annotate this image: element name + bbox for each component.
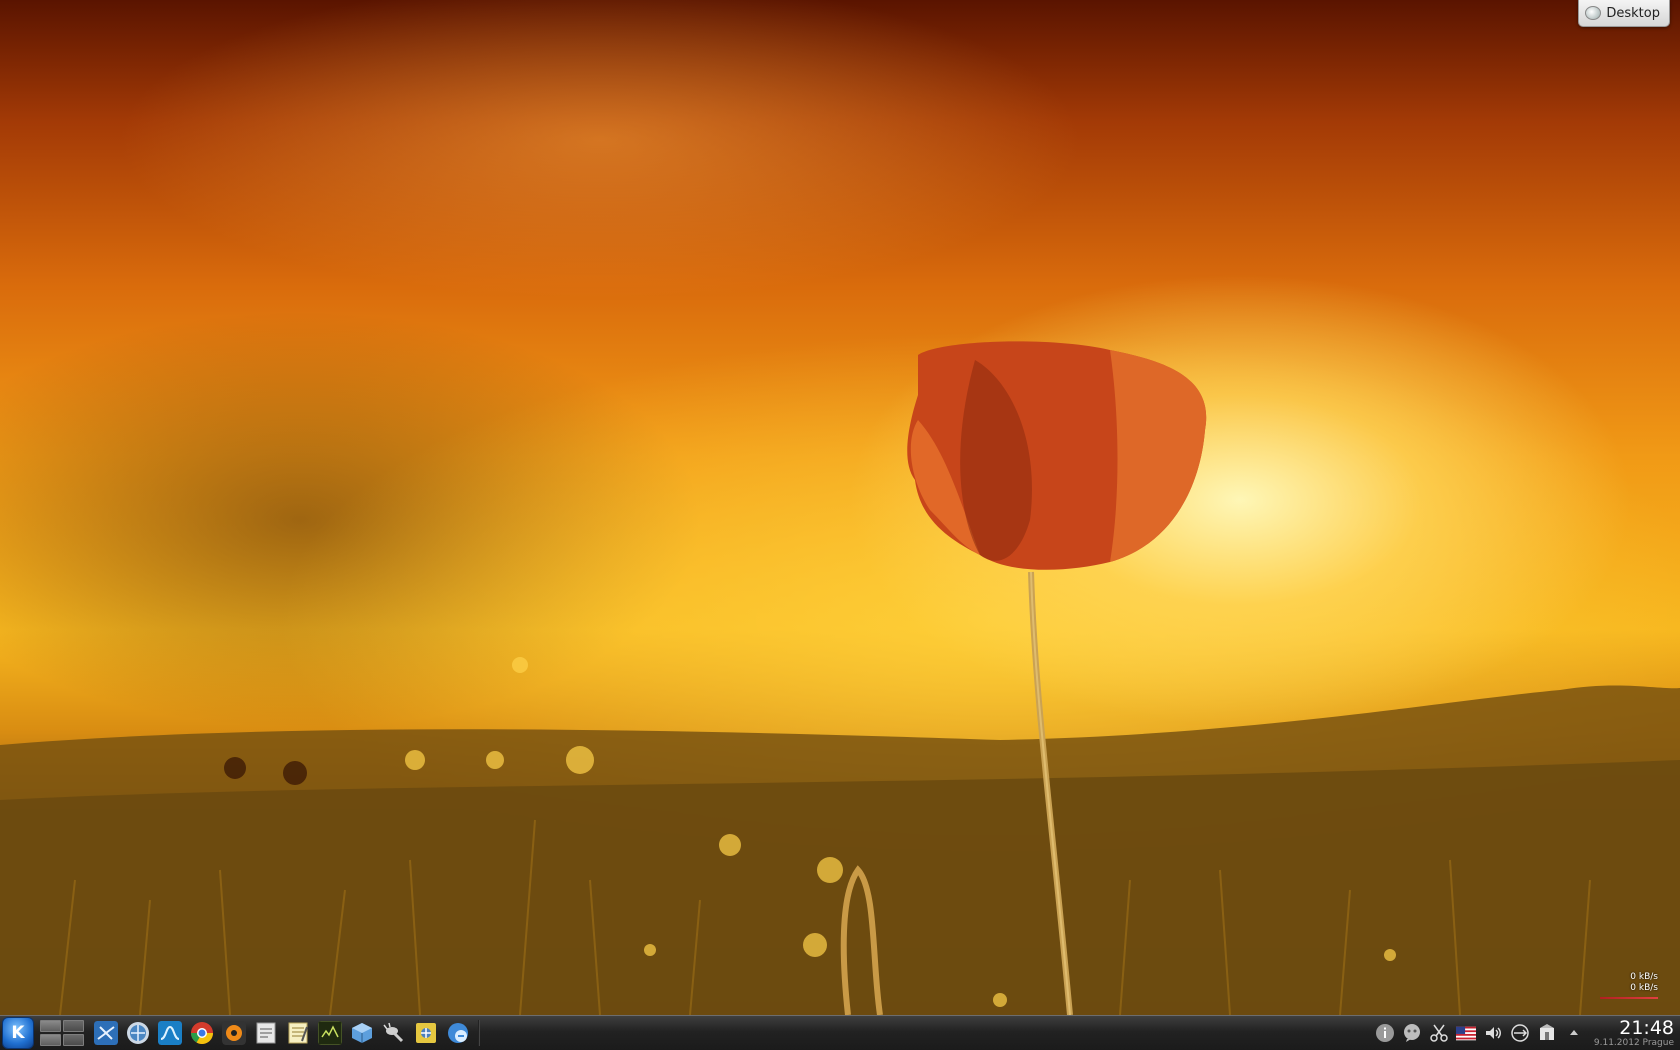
- network-activity-bar: [1600, 997, 1658, 999]
- panel-separator: [478, 1020, 480, 1046]
- pager-desktop-1[interactable]: [40, 1020, 61, 1046]
- info-icon[interactable]: [1375, 1023, 1395, 1043]
- pager-desktop-2[interactable]: [63, 1020, 84, 1046]
- desktop-toolbox-label: Desktop: [1606, 5, 1660, 21]
- chat-icon[interactable]: [1402, 1023, 1422, 1043]
- notes-icon[interactable]: [284, 1019, 312, 1047]
- upload-rate: 0 kB/s: [1630, 983, 1658, 993]
- network-manager-icon[interactable]: [444, 1019, 472, 1047]
- desktop-pager: [40, 1020, 84, 1046]
- device-notifier-icon[interactable]: [1510, 1023, 1530, 1043]
- tray-expand-icon[interactable]: [1564, 1023, 1584, 1043]
- virtualbox-icon[interactable]: [348, 1019, 376, 1047]
- download-rate: 0 kB/s: [1630, 972, 1658, 982]
- desktop-toolbox-button[interactable]: Desktop: [1578, 0, 1670, 27]
- system-monitor-icon[interactable]: [156, 1019, 184, 1047]
- bottom-panel: K 21:48 9.11.2012 Prague: [0, 1015, 1680, 1050]
- clock-date: 9.11.2012 Prague: [1593, 1037, 1674, 1048]
- text-document-icon[interactable]: [252, 1019, 280, 1047]
- system-tray: [1375, 1023, 1584, 1043]
- kde-kickoff-icon[interactable]: K: [2, 1017, 34, 1049]
- desktop-toolbox-icon: [1585, 6, 1602, 20]
- quick-launchers: [92, 1019, 472, 1047]
- wine-icon[interactable]: [380, 1019, 408, 1047]
- system-settings-icon[interactable]: [92, 1019, 120, 1047]
- poppy-wallpaper-image: [0, 341, 1680, 1015]
- web-browser-globe-icon[interactable]: [124, 1019, 152, 1047]
- clock-time: 21:48: [1619, 1016, 1674, 1039]
- us-flag-icon[interactable]: [1455, 1023, 1476, 1043]
- chrome-icon[interactable]: [188, 1019, 216, 1047]
- desktop-wallpaper: Desktop 0 kB/s 0 kB/s: [0, 0, 1680, 1015]
- volume-icon[interactable]: [1483, 1023, 1503, 1043]
- scissors-icon[interactable]: [1429, 1023, 1449, 1043]
- file-manager-icon[interactable]: [412, 1019, 440, 1047]
- terminal-icon[interactable]: [316, 1019, 344, 1047]
- package-updater-icon[interactable]: [1537, 1023, 1557, 1043]
- media-player-icon[interactable]: [220, 1019, 248, 1047]
- network-monitor-widget: 0 kB/s 0 kB/s: [1600, 972, 1658, 999]
- digital-clock[interactable]: 21:48 9.11.2012 Prague: [1594, 1018, 1674, 1049]
